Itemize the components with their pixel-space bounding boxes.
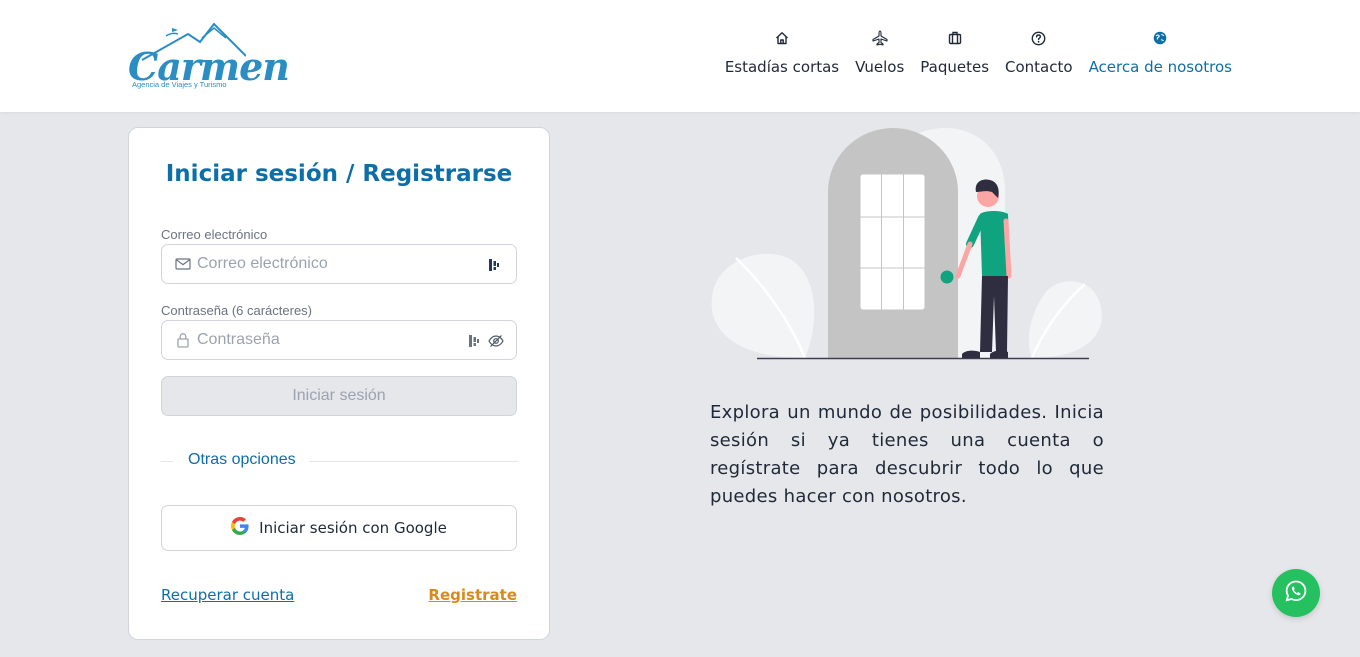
nav-item-acerca[interactable]: Acerca de nosotros <box>1089 30 1232 76</box>
other-options-divider: Otras opciones <box>161 451 518 471</box>
divider-line <box>309 461 518 462</box>
nav-item-paquetes[interactable]: Paquetes <box>920 30 989 76</box>
other-options-label: Otras opciones <box>188 451 296 468</box>
login-card: Iniciar sesión / Registrarse Correo elec… <box>128 127 550 640</box>
password-manager-icon[interactable] <box>486 256 502 274</box>
brand-tagline: Agencia de Viajes y Turismo <box>132 80 227 89</box>
password-field[interactable] <box>161 320 517 360</box>
nav-label: Vuelos <box>855 58 905 76</box>
nav-item-contacto[interactable]: Contacto <box>1005 30 1073 76</box>
nav-item-vuelos[interactable]: Vuelos <box>855 30 904 76</box>
nav-item-estadias[interactable]: Estadías cortas <box>725 30 839 76</box>
google-icon <box>231 517 249 539</box>
main-nav: Estadías cortas Vuelos Paquetes Contacto… <box>725 30 1232 76</box>
top-header: Carmen Agencia de Viajes y Turismo Estad… <box>0 0 1360 112</box>
email-field[interactable] <box>161 244 517 284</box>
whatsapp-button[interactable] <box>1272 569 1320 617</box>
login-button[interactable]: Iniciar sesión <box>161 376 517 416</box>
divider-line <box>161 461 173 462</box>
password-manager-icon[interactable] <box>466 332 482 350</box>
globe-icon <box>1152 30 1168 46</box>
nav-label: Paquetes <box>920 58 990 76</box>
password-label: Contraseña (6 carácteres) <box>161 303 313 318</box>
email-input[interactable] <box>197 255 457 273</box>
plane-icon <box>872 30 888 46</box>
google-login-button[interactable]: Iniciar sesión con Google <box>161 505 517 551</box>
help-circle-icon <box>1031 30 1047 46</box>
register-link[interactable]: Registrate <box>428 586 517 604</box>
email-label: Correo electrónico <box>161 227 268 242</box>
eye-off-icon[interactable] <box>488 332 504 350</box>
mail-icon <box>174 255 192 273</box>
nav-label: Acerca de nosotros <box>1088 58 1232 76</box>
lock-icon <box>174 331 192 349</box>
recover-account-link[interactable]: Recuperar cuenta <box>161 586 294 604</box>
door-illustration <box>710 126 1105 362</box>
home-icon <box>774 30 790 46</box>
carmen-logo[interactable]: Carmen Agencia de Viajes y Turismo <box>128 22 290 90</box>
nav-label: Estadías cortas <box>724 58 840 76</box>
password-input[interactable] <box>197 331 457 349</box>
google-login-label: Iniciar sesión con Google <box>259 519 447 537</box>
whatsapp-icon <box>1284 579 1308 607</box>
nav-label: Contacto <box>1005 58 1073 76</box>
login-title: Iniciar sesión / Registrarse <box>165 161 513 187</box>
hero-description: Explora un mundo de posibilidades. Inici… <box>710 402 1104 507</box>
luggage-icon <box>947 30 963 46</box>
